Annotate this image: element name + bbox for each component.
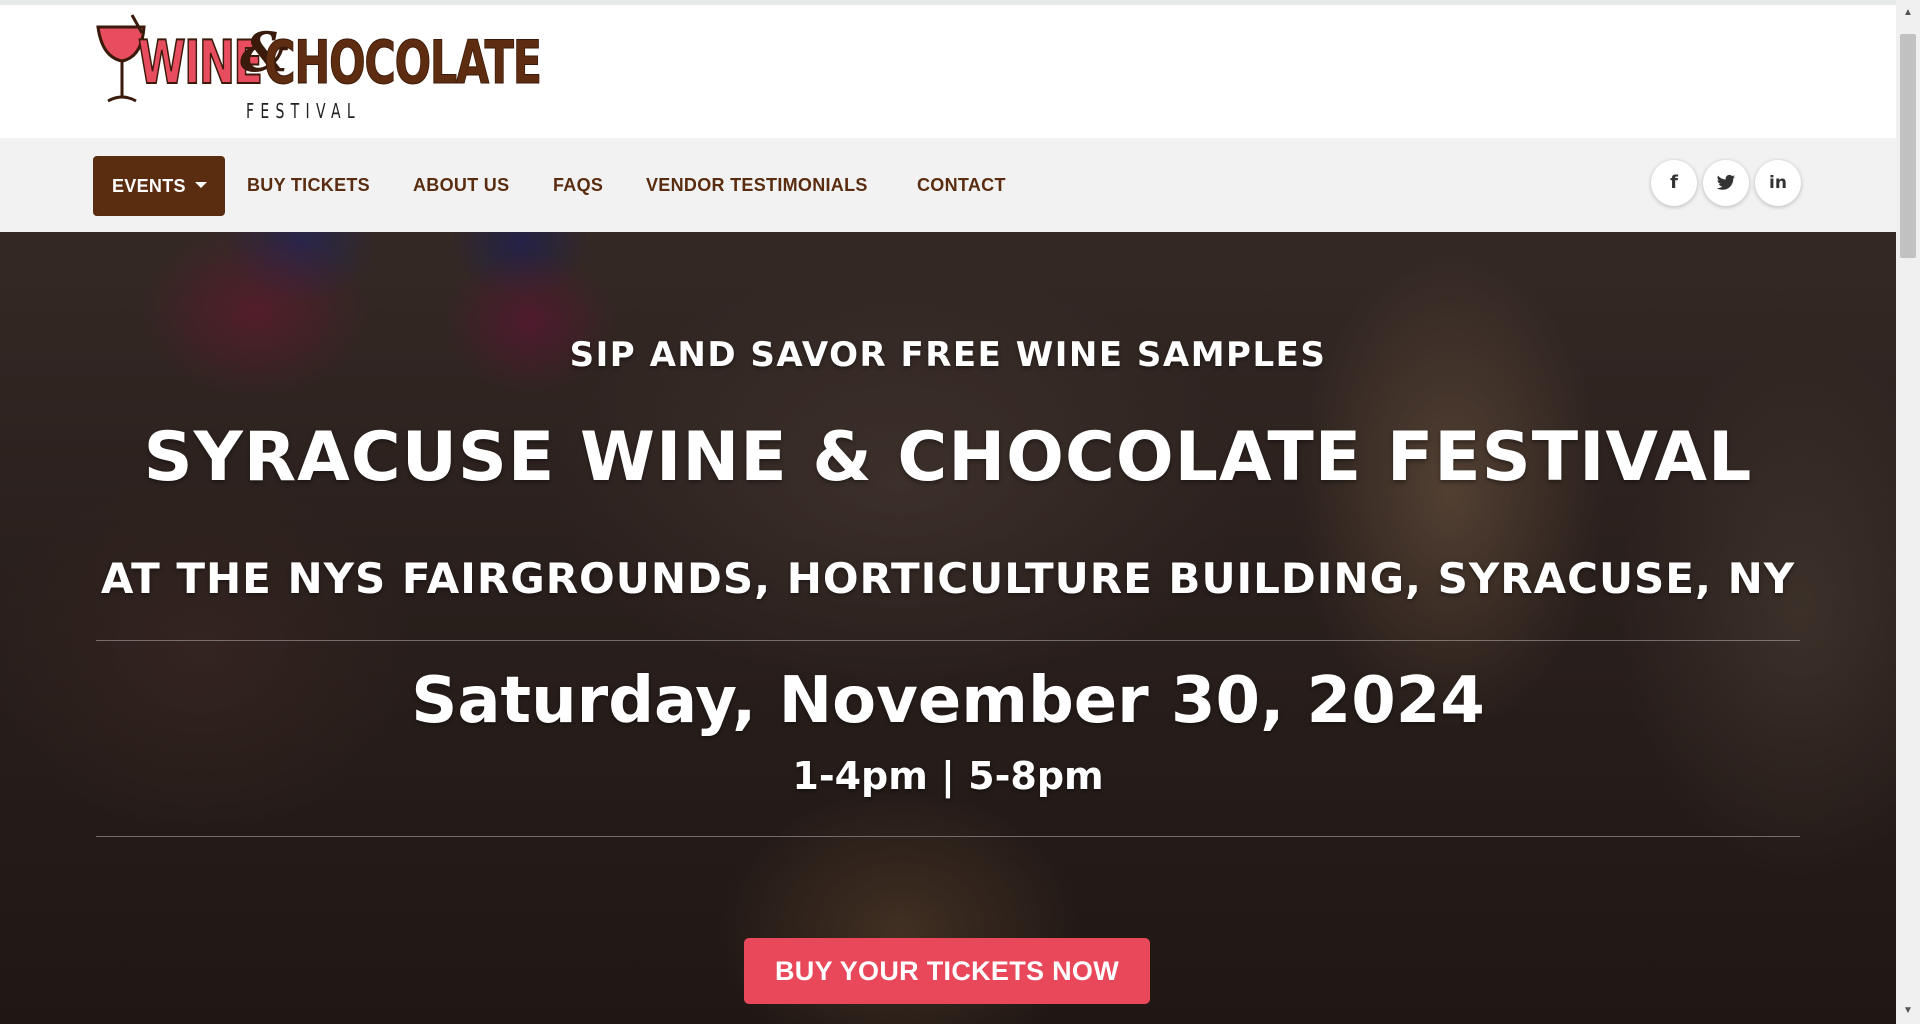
vertical-scrollbar[interactable]: ▲ ▼ [1896, 0, 1920, 1024]
event-time: 1-4pm | 5-8pm [792, 754, 1104, 798]
site-header: WINE & CHOCOLATE FESTIVAL [0, 0, 1896, 138]
hero-kicker: SIP AND SAVOR FREE WINE SAMPLES [569, 335, 1327, 375]
nav-item-about-us[interactable]: ABOUT US [413, 138, 509, 232]
scrollbar-thumb[interactable] [1900, 34, 1916, 258]
hero-venue: AT THE NYS FAIRGROUNDS, HORTICULTURE BUI… [100, 554, 1796, 603]
hero-title: SYRACUSE WINE & CHOCOLATE FESTIVAL [143, 418, 1753, 497]
nav-item-vendor-testimonials[interactable]: VENDOR TESTIMONIALS [646, 138, 868, 232]
logo-festival-text: FESTIVAL [246, 99, 361, 123]
nav-item-contact[interactable]: CONTACT [917, 138, 1006, 232]
logo-chocolate-text: CHOCOLATE [264, 28, 543, 98]
nav-item-buy-tickets[interactable]: BUY TICKETS [247, 138, 370, 232]
scroll-up-arrow-icon[interactable]: ▲ [1896, 0, 1920, 26]
caret-down-icon [194, 182, 207, 189]
site-logo[interactable]: WINE & CHOCOLATE FESTIVAL [92, 11, 542, 123]
scroll-down-arrow-icon[interactable]: ▼ [1896, 998, 1920, 1024]
facebook-icon[interactable]: f [1651, 160, 1697, 206]
nav-item-faqs[interactable]: FAQS [553, 138, 603, 232]
twitter-icon[interactable] [1703, 160, 1749, 206]
linkedin-icon[interactable]: in [1755, 160, 1801, 206]
hero-banner: SIP AND SAVOR FREE WINE SAMPLES SYRACUSE… [0, 232, 1896, 1024]
divider [96, 640, 1800, 641]
buy-tickets-button[interactable]: BUY YOUR TICKETS NOW [744, 938, 1150, 1004]
divider [96, 836, 1800, 837]
event-date: Saturday, November 30, 2024 [411, 664, 1485, 738]
twitter-bird-icon [1716, 174, 1736, 190]
nav-item-label: EVENTS [112, 176, 186, 196]
nav-item-events[interactable]: EVENTS [93, 156, 225, 216]
main-nav: EVENTS BUY TICKETS ABOUT US FAQS VENDOR … [0, 138, 1896, 232]
